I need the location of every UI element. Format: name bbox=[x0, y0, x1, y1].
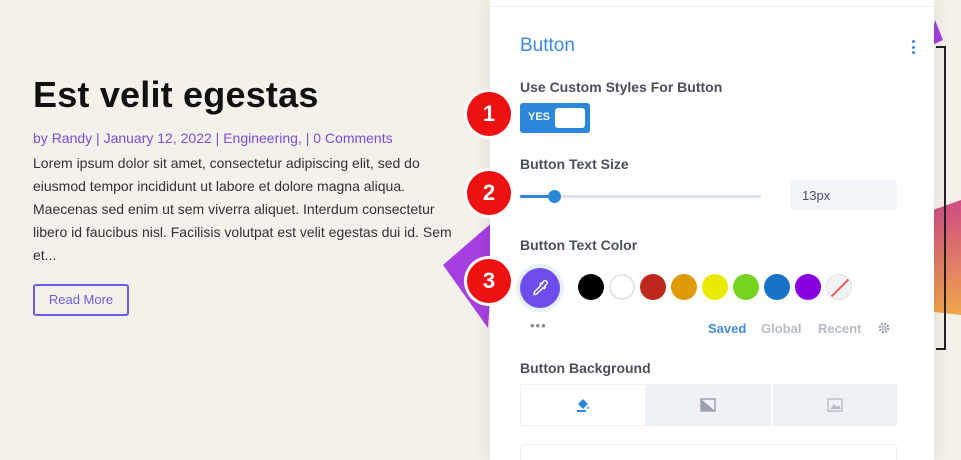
toggle-label: YES bbox=[528, 111, 551, 123]
tab-background-image[interactable] bbox=[772, 384, 897, 426]
panel-divider bbox=[490, 6, 934, 7]
color-swatch[interactable] bbox=[702, 274, 728, 300]
color-swatch[interactable] bbox=[795, 274, 821, 300]
color-swatch[interactable] bbox=[733, 274, 759, 300]
button-settings-panel: Button Use Custom Styles For Button YES … bbox=[490, 0, 934, 460]
category-link[interactable]: Engineering, bbox=[223, 130, 302, 146]
step-marker-2: 2 bbox=[467, 171, 511, 215]
meta-separator: | bbox=[211, 130, 224, 146]
blog-post: Est velit egestas by Randy | January 12,… bbox=[33, 72, 473, 263]
gradient-icon bbox=[700, 398, 717, 412]
eyedropper-icon bbox=[533, 279, 548, 296]
meta-separator: | bbox=[92, 130, 104, 146]
meta-prefix: by bbox=[33, 130, 52, 146]
selection-frame bbox=[936, 46, 946, 350]
more-options-icon[interactable] bbox=[910, 40, 916, 54]
color-swatch[interactable] bbox=[578, 274, 604, 300]
meta-separator: | bbox=[301, 130, 314, 146]
toggle-knob bbox=[555, 108, 585, 128]
more-colors-icon[interactable]: ••• bbox=[530, 318, 547, 333]
custom-styles-toggle[interactable]: YES bbox=[520, 103, 590, 133]
swatch-transparent[interactable] bbox=[826, 274, 852, 300]
gear-icon[interactable] bbox=[877, 321, 891, 335]
color-swatch[interactable] bbox=[640, 274, 666, 300]
tab-background-gradient[interactable] bbox=[646, 384, 773, 426]
author-link[interactable]: Randy bbox=[52, 130, 92, 146]
color-swatch[interactable] bbox=[609, 274, 635, 300]
panel-title: Button bbox=[520, 35, 575, 56]
background-label: Button Background bbox=[520, 360, 651, 376]
step-marker-3: 3 bbox=[467, 259, 511, 303]
color-picker-button[interactable] bbox=[520, 268, 560, 308]
post-excerpt: Lorem ipsum dolor sit amet, consectetur … bbox=[33, 155, 452, 263]
comments-link[interactable]: 0 Comments bbox=[313, 130, 392, 146]
color-swatch[interactable] bbox=[671, 274, 697, 300]
text-size-slider[interactable] bbox=[520, 190, 761, 203]
paint-bucket-icon bbox=[577, 399, 589, 412]
custom-styles-label: Use Custom Styles For Button bbox=[520, 79, 723, 95]
background-options-box bbox=[520, 444, 897, 460]
slider-thumb[interactable] bbox=[547, 190, 561, 203]
step-marker-1: 1 bbox=[467, 92, 511, 136]
background-tabs bbox=[520, 384, 897, 426]
date-text: January 12, 2022 bbox=[103, 130, 212, 146]
tab-global[interactable]: Global bbox=[761, 321, 801, 336]
text-color-label: Button Text Color bbox=[520, 237, 638, 253]
read-more-button[interactable]: Read More bbox=[33, 284, 129, 316]
color-swatch[interactable] bbox=[764, 274, 790, 300]
text-size-input[interactable] bbox=[790, 180, 897, 210]
post-meta: by Randy | January 12, 2022 | Engineerin… bbox=[33, 130, 393, 146]
text-size-label: Button Text Size bbox=[520, 156, 629, 172]
tab-recent[interactable]: Recent bbox=[818, 321, 861, 336]
image-icon bbox=[827, 398, 843, 412]
post-title: Est velit egestas bbox=[33, 74, 319, 115]
tab-background-color[interactable] bbox=[520, 384, 647, 426]
tab-saved[interactable]: Saved bbox=[708, 321, 746, 336]
